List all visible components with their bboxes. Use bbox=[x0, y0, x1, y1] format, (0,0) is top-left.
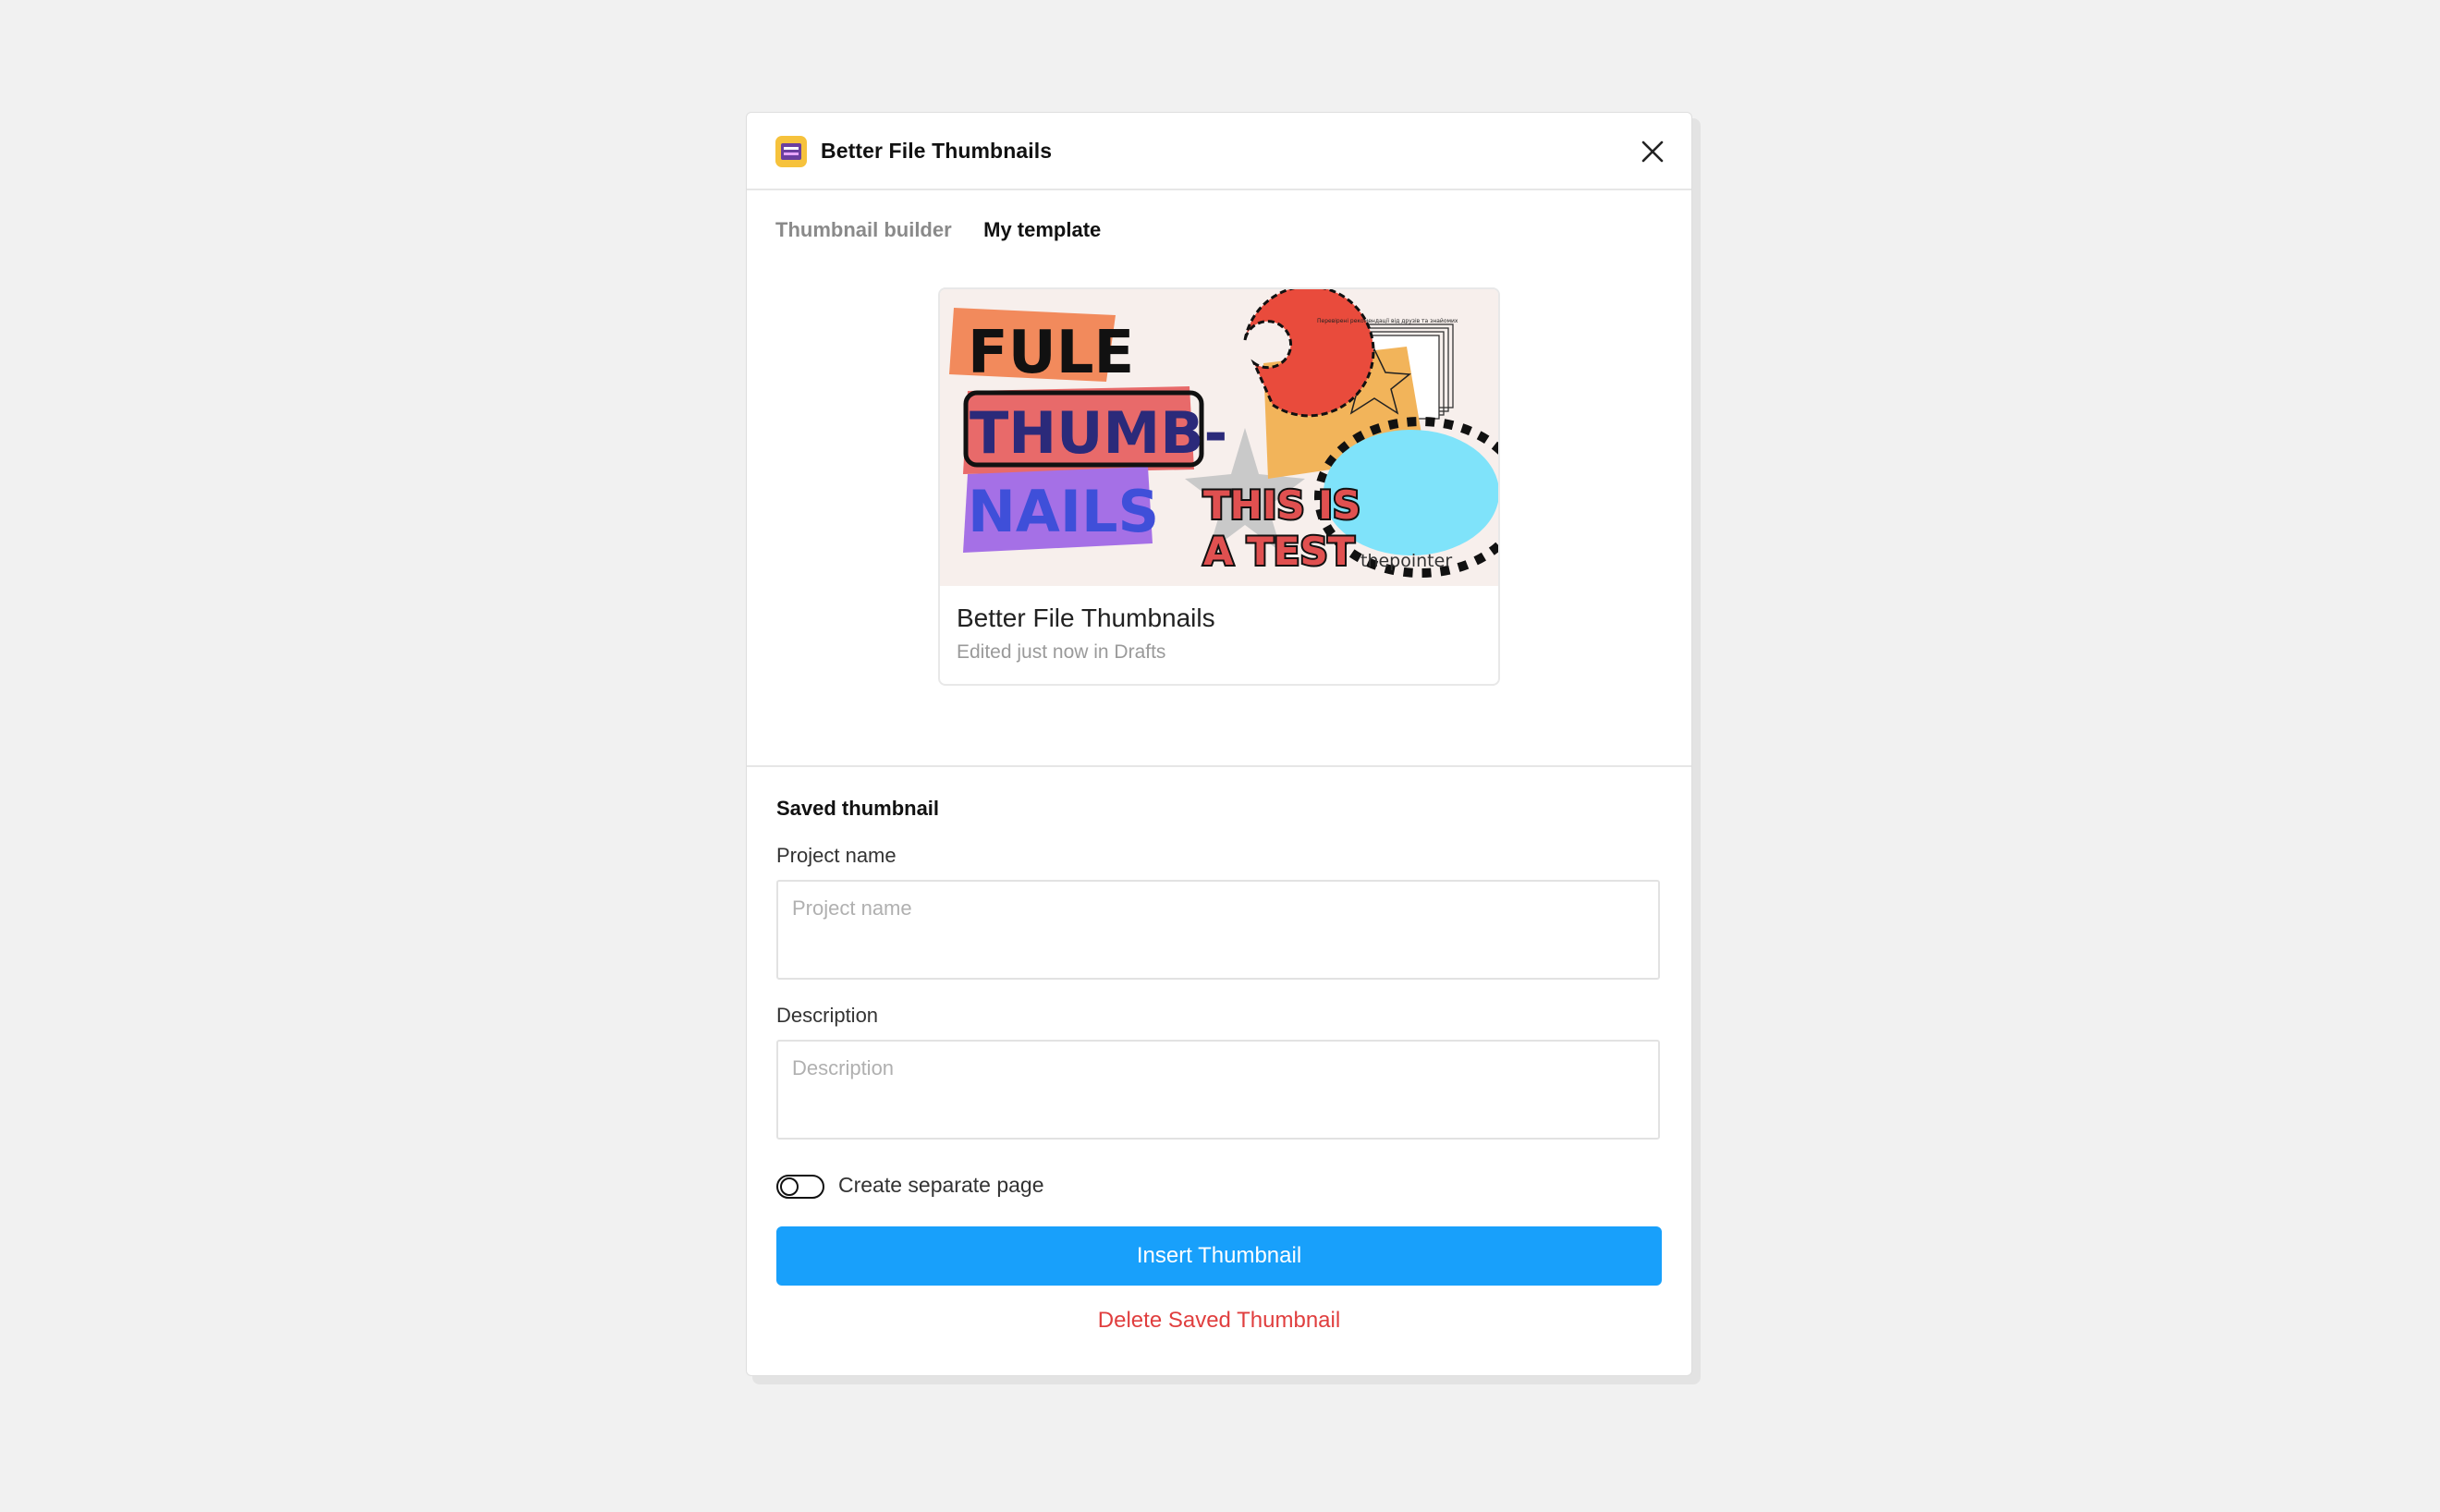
close-icon[interactable] bbox=[1634, 133, 1671, 170]
art-line3: NAILS bbox=[968, 478, 1159, 545]
thumbnail-image: FULE THUMB- NAILS THIS IS A TEST Перевір… bbox=[940, 289, 1498, 586]
art-small-note: Перевірені рекомендації від друзів та зн… bbox=[1317, 318, 1458, 324]
template-preview-card[interactable]: FULE THUMB- NAILS THIS IS A TEST Перевір… bbox=[938, 287, 1500, 686]
tab-my-template[interactable]: My template bbox=[983, 218, 1101, 242]
tab-thumbnail-builder[interactable]: Thumbnail builder bbox=[775, 218, 952, 242]
project-name-label: Project name bbox=[776, 844, 897, 867]
insert-thumbnail-button[interactable]: Insert Thumbnail bbox=[776, 1226, 1662, 1286]
separate-page-toggle[interactable] bbox=[776, 1175, 824, 1199]
art-watermark: thepointer bbox=[1360, 551, 1452, 571]
toggle-knob bbox=[780, 1177, 799, 1196]
project-name-input[interactable] bbox=[776, 880, 1660, 980]
panel-header: Better File Thumbnails bbox=[747, 113, 1691, 190]
art-line2: THUMB- bbox=[970, 399, 1227, 467]
art-line1: FULE bbox=[968, 319, 1134, 387]
section-divider bbox=[747, 765, 1691, 767]
description-input[interactable] bbox=[776, 1040, 1660, 1140]
card-subtitle: Edited just now in Drafts bbox=[957, 641, 1166, 663]
plugin-title: Better File Thumbnails bbox=[821, 139, 1053, 163]
separate-page-label: Create separate page bbox=[838, 1173, 1044, 1197]
art-sticker1: THIS IS bbox=[1203, 482, 1360, 528]
plugin-panel: Better File Thumbnails Thumbnail builder… bbox=[746, 112, 1692, 1376]
art-sticker2: A TEST bbox=[1203, 529, 1355, 574]
card-title: Better File Thumbnails bbox=[957, 604, 1215, 632]
delete-saved-thumbnail-link[interactable]: Delete Saved Thumbnail bbox=[776, 1308, 1662, 1334]
plugin-app-icon bbox=[775, 136, 807, 167]
description-label: Description bbox=[776, 1004, 879, 1027]
saved-thumbnail-heading: Saved thumbnail bbox=[776, 797, 940, 820]
tab-bar: Thumbnail builder My template bbox=[775, 218, 1128, 255]
